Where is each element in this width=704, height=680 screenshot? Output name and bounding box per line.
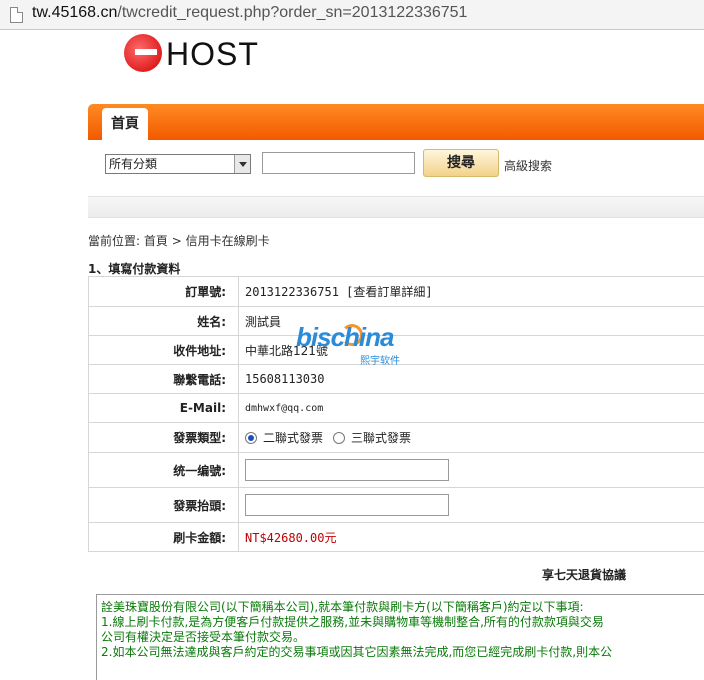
- order-no-value[interactable]: 2013122336751 [查看訂單詳細]: [239, 277, 704, 306]
- search-input[interactable]: [262, 152, 415, 174]
- invoice-two-part-label[interactable]: 二聯式發票: [263, 429, 323, 446]
- logo-e-icon: [124, 34, 162, 72]
- tax-id-row: 统一编號:: [89, 453, 704, 488]
- nav-sub-strip: [88, 196, 704, 218]
- agreement-line: 詮美珠寶股份有限公司(以下簡稱本公司),就本筆付款與刷卡方(以下簡稱客戶)約定以…: [101, 600, 584, 614]
- invoice-type-label: 發票類型:: [89, 423, 239, 452]
- payment-form: 訂單號: 2013122336751 [查看訂單詳細] 姓名: 測試員 收件地址…: [88, 276, 704, 552]
- email-label: E-Mail:: [89, 394, 239, 422]
- amount-value: NT$42680.00元: [245, 530, 337, 545]
- search-bar: 所有分類 搜尋 高級搜索: [88, 140, 704, 186]
- agreement-textarea[interactable]: 詮美珠寶股份有限公司(以下簡稱本公司),就本筆付款與刷卡方(以下簡稱客戶)約定以…: [96, 594, 704, 680]
- tax-id-label: 统一编號:: [89, 453, 239, 487]
- email-row: E-Mail: dmhwxf@qq.com: [89, 394, 704, 423]
- address-label: 收件地址:: [89, 336, 239, 364]
- url-text[interactable]: tw.45168.cn/twcredit_request.php?order_s…: [32, 4, 467, 22]
- watermark-text: bischina: [296, 322, 394, 352]
- order-no-row: 訂單號: 2013122336751 [查看訂單詳細]: [89, 277, 704, 307]
- tax-id-input[interactable]: [245, 459, 449, 481]
- invoice-three-part-radio[interactable]: [333, 431, 346, 444]
- logo-wordmark: HOST: [166, 36, 259, 72]
- browser-url-bar[interactable]: tw.45168.cn/twcredit_request.php?order_s…: [0, 0, 704, 30]
- invoice-two-part-radio[interactable]: [245, 431, 257, 444]
- agreement-title: 享七天退貨協議: [542, 568, 627, 582]
- invoice-title-row: 發票抬頭:: [89, 488, 704, 523]
- phone-value: 15608113030: [245, 372, 325, 386]
- search-button[interactable]: 搜尋: [423, 149, 499, 177]
- breadcrumb-home-link[interactable]: 首頁: [144, 234, 168, 248]
- watermark-logo: bischina 熙宇软件: [296, 322, 412, 367]
- category-select[interactable]: 所有分類: [105, 154, 251, 174]
- main-nav: 首頁: [88, 104, 704, 140]
- invoice-type-options: 二聯式發票 三聯式發票: [239, 423, 704, 452]
- advanced-search-link[interactable]: 高級搜索: [504, 157, 552, 174]
- name-label: 姓名:: [89, 307, 239, 335]
- amount-row: 刷卡金額: NT$42680.00元: [89, 523, 704, 552]
- page-icon: [10, 7, 23, 23]
- phone-label: 聯繫電話:: [89, 365, 239, 393]
- agreement-line: 1.線上刷卡付款,是為方便客戶付款提供之服務,並未與購物車等機制整合,所有的付款…: [101, 615, 604, 629]
- invoice-type-row: 發票類型: 二聯式發票 三聯式發票: [89, 423, 704, 453]
- agreement-line: 公司有權決定是否接受本筆付款交易。: [101, 630, 306, 644]
- site-logo[interactable]: HOST: [122, 34, 262, 74]
- phone-row: 聯繫電話: 15608113030: [89, 365, 704, 394]
- invoice-three-part-label[interactable]: 三聯式發票: [351, 429, 411, 446]
- watermark-subtext: 熙宇软件: [360, 356, 400, 367]
- invoice-title-label: 發票抬頭:: [89, 488, 239, 522]
- agreement-line: 2.如本公司無法達成與客戶約定的交易事項或因其它因素無法完成,而您已經完成刷卡付…: [101, 645, 613, 659]
- invoice-title-input[interactable]: [245, 494, 449, 516]
- order-no-label: 訂單號:: [89, 277, 239, 306]
- tab-home[interactable]: 首頁: [102, 108, 148, 140]
- section-title: 1、填寫付款資料: [88, 262, 181, 276]
- breadcrumb: 當前位置: 首頁 > 信用卡在線刷卡: [88, 234, 270, 248]
- amount-label: 刷卡金額:: [89, 523, 239, 551]
- chevron-down-icon[interactable]: [234, 155, 250, 173]
- email-value: dmhwxf@qq.com: [245, 402, 324, 414]
